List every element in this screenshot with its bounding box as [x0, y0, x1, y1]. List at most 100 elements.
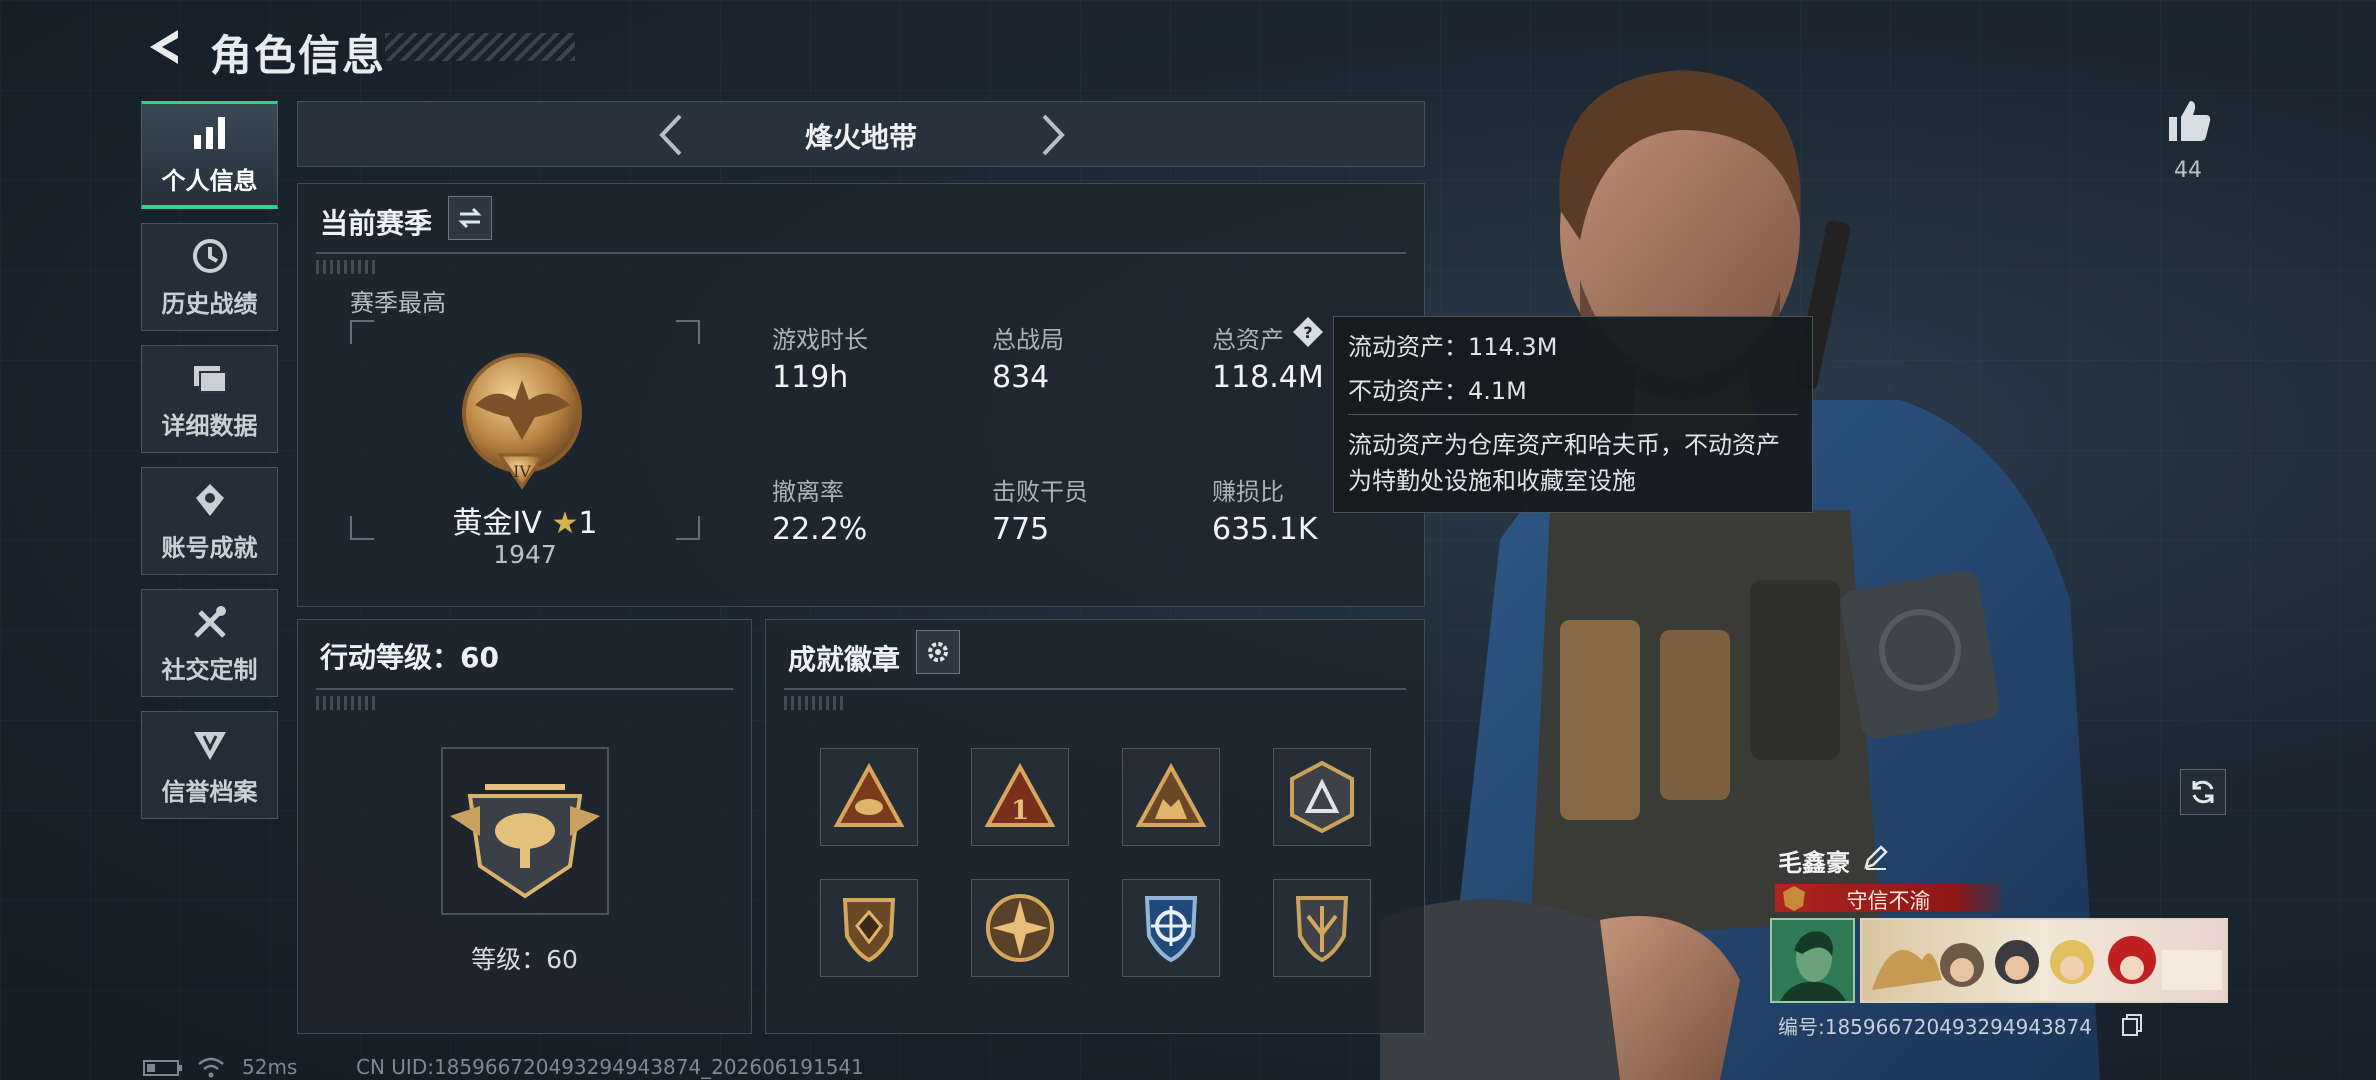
swap-icon [458, 207, 482, 229]
avatar-portrait-icon [1780, 931, 1846, 1001]
stat-value-operators-defeated: 775 [992, 512, 1050, 547]
badge-sun-star[interactable] [971, 879, 1069, 977]
mode-next-arrow-icon[interactable] [1026, 110, 1076, 160]
tooltip-note-line-1: 流动资产为仓库资产和哈夫币，不动资产 [1348, 431, 1780, 459]
page-title: 角色信息 [210, 31, 387, 80]
player-title: 守信不渝 [1846, 889, 1931, 913]
action-level-divider [316, 688, 733, 690]
season-divider [316, 252, 1406, 254]
tooltip-fixed-assets: 不动资产：4.1M [1348, 377, 1527, 405]
badges-title: 成就徽章 [788, 643, 901, 676]
corner-decoration [784, 696, 844, 710]
nav-item-label: 详细数据 [161, 411, 258, 440]
rank-emblem-numeral: IV [513, 462, 531, 481]
triangle-eye-badge-icon [833, 762, 905, 827]
nav-item-history[interactable]: 历史战绩 [141, 223, 278, 331]
nav-item-label: 信誉档案 [161, 777, 258, 806]
assets-help-icon[interactable]: ? [1292, 316, 1324, 348]
stat-value-extract-rate: 22.2% [772, 512, 868, 547]
stat-label-extract-rate: 撤离率 [772, 478, 844, 506]
rank-star-icon: ★ [551, 506, 579, 541]
nav-item-label: 历史战绩 [161, 289, 258, 318]
refresh-button[interactable] [2180, 769, 2226, 815]
nav-item-credit-profile[interactable]: 信誉档案 [141, 711, 278, 819]
game-mode-bar: 烽火地带 [297, 101, 1425, 167]
triangle-beast-badge-icon [1135, 762, 1207, 827]
shield-gem-badge-icon [842, 898, 896, 963]
thumbs-up-icon[interactable] [2163, 95, 2213, 145]
nav-item-detailed-data[interactable]: 详细数据 [141, 345, 278, 453]
player-name: 毛鑫豪 [1778, 849, 1850, 877]
season-best-label: 赛季最高 [350, 289, 446, 317]
stat-value-play-time: 119h [772, 360, 849, 395]
nav-item-achievements[interactable]: 账号成就 [141, 467, 278, 575]
credit-shield-icon [193, 731, 226, 760]
back-arrow-icon[interactable] [140, 22, 190, 72]
nav-item-label: 社交定制 [161, 655, 258, 684]
blue-crosshair-badge-icon [1144, 896, 1198, 963]
nav-item-label: 账号成就 [161, 533, 258, 562]
title-decoration [385, 33, 575, 61]
refresh-icon [2192, 780, 2214, 804]
achievement-icon [195, 483, 224, 516]
assets-tooltip: 流动资产：114.3M 不动资产：4.1M 流动资产为仓库资产和哈夫币，不动资产… [1333, 316, 1813, 513]
history-clock-icon [192, 238, 227, 273]
stat-value-profit-loss-ratio: 635.1K [1212, 512, 1318, 547]
badge-triangle-one[interactable]: 1 [971, 748, 1069, 846]
nav-item-personal-info[interactable]: 个人信息 [141, 101, 278, 209]
badge-shield-wings[interactable] [1273, 879, 1371, 977]
nav-item-label: 个人信息 [161, 167, 258, 195]
game-mode-title: 烽火地带 [804, 121, 917, 154]
helicopter-level-emblem-icon [441, 747, 609, 915]
badge-blue-crosshair[interactable] [1122, 879, 1220, 977]
copy-icon[interactable] [2120, 1012, 2144, 1036]
wifi-icon [198, 1057, 224, 1078]
rank-name: 黄金IV [452, 506, 542, 541]
chibi-characters-banner-icon [1872, 936, 2222, 990]
badges-settings-button[interactable] [916, 630, 960, 674]
svg-text:?: ? [1303, 323, 1312, 342]
network-ping: 52ms [242, 1055, 298, 1079]
edit-pencil-icon[interactable] [1862, 843, 1890, 871]
corner-decoration [316, 696, 376, 710]
tooltip-liquid-assets: 流动资产：114.3M [1348, 333, 1558, 361]
like-count: 44 [2174, 158, 2202, 183]
stat-label-operators-defeated: 击败干员 [992, 478, 1088, 506]
hexagon-arrow-badge-icon [1290, 760, 1354, 834]
footer-uid: CN UID:185966720493294943874_20260619154… [356, 1055, 864, 1079]
tools-icon [193, 605, 226, 638]
season-title: 当前赛季 [320, 207, 433, 240]
svg-text:1: 1 [1011, 796, 1029, 826]
tooltip-divider [1348, 414, 1798, 415]
rank-name-row: 黄金IV ★1 [350, 498, 700, 542]
stat-value-total-assets: 118.4M [1212, 360, 1324, 395]
gold-rank-emblem-icon: IV [462, 353, 582, 490]
shield-wings-badge-icon [1295, 896, 1349, 963]
stat-label-play-time: 游戏时长 [772, 326, 868, 354]
stat-label-profit-loss-ratio: 赚损比 [1212, 478, 1284, 506]
battery-icon [143, 1060, 182, 1076]
player-avatar[interactable] [1770, 918, 1855, 1003]
action-level-title: 行动等级：60 [320, 641, 499, 674]
bar-chart-icon [193, 117, 225, 149]
badge-triangle-eye[interactable] [820, 748, 918, 846]
gear-icon [928, 642, 948, 662]
action-level-label: 等级：60 [471, 945, 578, 974]
badge-triangle-beast[interactable] [1122, 748, 1220, 846]
stat-value-total-matches: 834 [992, 360, 1050, 395]
nav-item-social-custom[interactable]: 社交定制 [141, 589, 278, 697]
triangle-one-badge-icon: 1 [984, 762, 1056, 827]
badges-divider [784, 688, 1406, 690]
rank-star-count: 1 [578, 506, 598, 541]
corner-decoration [316, 260, 376, 274]
folders-icon [193, 365, 227, 393]
stat-label-total-assets: 总资产 [1212, 326, 1284, 354]
sun-star-badge-icon [986, 894, 1054, 962]
season-switch-button[interactable] [448, 196, 492, 240]
player-title-bar: 守信不渝 [1775, 884, 2002, 913]
rank-score: 1947 [493, 540, 557, 569]
badge-hexagon-arrow[interactable] [1273, 748, 1371, 846]
player-banner-card[interactable] [1860, 918, 2228, 1003]
player-uid: 编号:185966720493294943874 [1778, 1015, 2092, 1039]
badge-shield-gem[interactable] [820, 879, 918, 977]
